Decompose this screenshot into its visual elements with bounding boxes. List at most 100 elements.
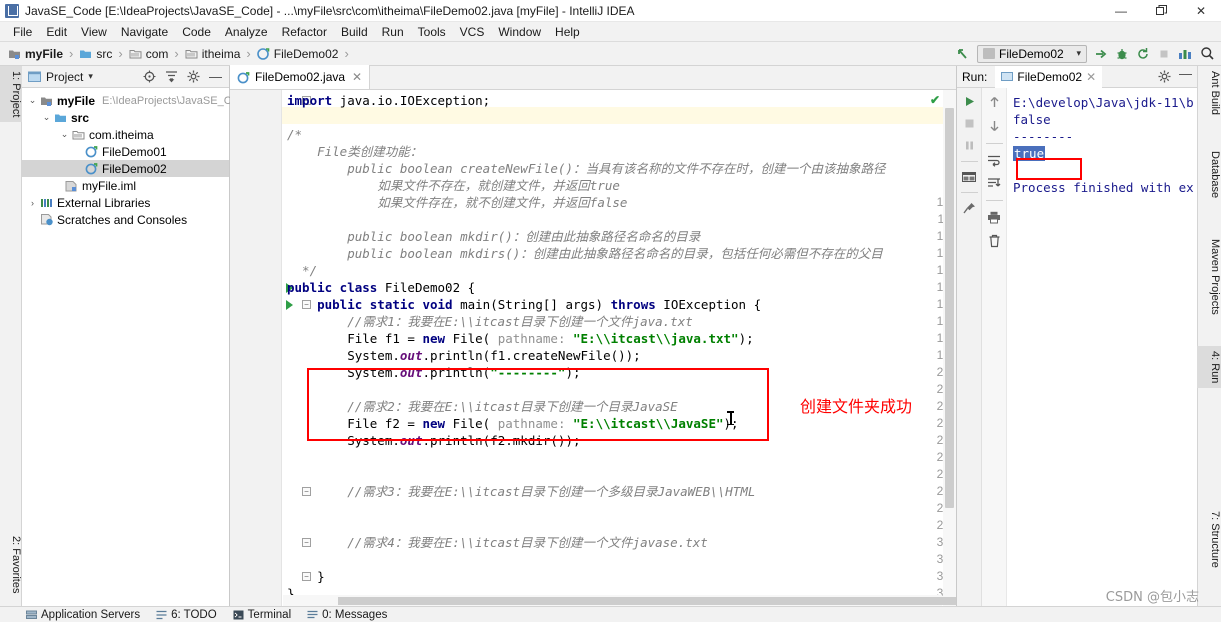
stop-icon[interactable] — [1157, 47, 1171, 61]
tree-item-external-libraries[interactable]: › External Libraries — [22, 194, 229, 211]
scrollbar-thumb[interactable] — [338, 597, 956, 605]
bottom-tab-label: 6: TODO — [171, 608, 217, 621]
console-output[interactable]: E:\develop\Java\jdk-11\b false -------- tru… — [1007, 88, 1197, 606]
tree-item-myfile-iml[interactable]: myFile.iml — [22, 177, 229, 194]
menu-window[interactable]: Window — [491, 23, 548, 41]
expand-arrow-icon[interactable]: ⌄ — [58, 129, 71, 140]
menu-refactor[interactable]: Refactor — [275, 23, 334, 41]
menu-run[interactable]: Run — [375, 23, 411, 41]
inspection-ok-icon[interactable]: ✔ — [930, 93, 940, 107]
pin-icon[interactable] — [962, 202, 976, 215]
tree-item-label: myFile.iml — [82, 178, 136, 193]
run-tab-label: FileDemo02 — [1017, 69, 1083, 84]
arrow-down-icon[interactable] — [988, 119, 1001, 133]
back-arrow-icon[interactable] — [955, 46, 970, 61]
sidebar-tab-project[interactable]: 1: Project — [0, 66, 22, 123]
sidebar-tab-favorites[interactable]: 2: Favorites — [0, 531, 22, 598]
layout-icon[interactable] — [962, 171, 976, 183]
trash-icon[interactable] — [988, 234, 1001, 248]
editor-gutter[interactable] — [230, 90, 282, 606]
gear-icon[interactable] — [1158, 70, 1171, 83]
editor-horizontal-scrollbar[interactable] — [283, 595, 956, 606]
run-panel-body: E:\develop\Java\jdk-11\b false -------- tru… — [957, 88, 1197, 606]
coverage-icon[interactable] — [1178, 47, 1193, 61]
editor-tab-filedemo02[interactable]: FileDemo02.java ✕ — [230, 65, 371, 89]
editor-vertical-scrollbar[interactable] — [943, 90, 956, 606]
breadcrumb-item-filedemo02[interactable]: FileDemo02 — [256, 47, 338, 61]
tree-item-filedemo02[interactable]: FileDemo02 — [22, 160, 229, 177]
collapse-all-icon[interactable] — [165, 70, 178, 83]
menu-edit[interactable]: Edit — [39, 23, 74, 41]
breadcrumb-item-itheima[interactable]: itheima — [185, 46, 241, 61]
breadcrumb-item-myfile[interactable]: myFile — [8, 47, 63, 61]
scrollbar-thumb[interactable] — [945, 108, 954, 508]
bottom-tab-messages[interactable]: 0: Messages — [307, 609, 387, 621]
locate-icon[interactable] — [143, 70, 156, 83]
close-button[interactable]: ✕ — [1181, 0, 1221, 22]
sidebar-tab-ant-build[interactable]: Ant Build — [1197, 66, 1221, 120]
code-token: main(String[] args) — [460, 297, 611, 312]
bottom-tab-application-servers[interactable]: Application Servers — [26, 609, 140, 621]
breadcrumb-label: itheima — [201, 46, 241, 61]
code-line: System.out.println(f2.mkdir()); — [283, 432, 942, 449]
expand-arrow-icon[interactable]: › — [26, 198, 39, 208]
title-bar: JavaSE_Code [E:\IdeaProjects\JavaSE_Code… — [0, 0, 1221, 22]
run-panel-actions: — — [1158, 67, 1197, 83]
hide-panel-icon[interactable]: — — [1179, 67, 1192, 83]
tree-item-label: Scratches and Consoles — [57, 212, 188, 227]
print-icon[interactable] — [987, 211, 1001, 224]
tree-item-src[interactable]: ⌄ src — [22, 109, 229, 126]
sidebar-tab-structure[interactable]: 7: Structure — [1197, 506, 1221, 573]
maximize-button[interactable] — [1141, 0, 1181, 22]
run-configuration-selector[interactable]: FileDemo02 ▾ — [977, 44, 1087, 63]
code-token: File f1 = — [287, 331, 423, 346]
sidebar-tab-run[interactable]: 4: Run — [1197, 346, 1221, 389]
code-content[interactable]: import java.io.IOException; /* File类创建功能：… — [283, 90, 942, 606]
menu-code[interactable]: Code — [175, 23, 218, 41]
close-icon[interactable]: ✕ — [352, 70, 362, 84]
close-icon[interactable]: ✕ — [1086, 70, 1096, 84]
arrow-up-icon[interactable] — [988, 95, 1001, 109]
run-tab-filedemo02[interactable]: FileDemo02 ✕ — [995, 65, 1103, 88]
stop-icon[interactable] — [963, 117, 976, 130]
run-panel-header: Run: FileDemo02 ✕ — — [957, 65, 1197, 88]
bottom-tab-todo[interactable]: 6: TODO — [156, 609, 217, 621]
tree-item-scratches-and-consoles[interactable]: Scratches and Consoles — [22, 211, 229, 228]
debug-icon[interactable] — [1115, 47, 1129, 61]
sidebar-tab-database[interactable]: Database — [1197, 146, 1221, 203]
pause-icon[interactable] — [963, 139, 976, 152]
rerun-icon[interactable] — [1136, 47, 1150, 61]
run-icon[interactable] — [963, 95, 976, 108]
scroll-to-end-icon[interactable] — [987, 177, 1001, 190]
soft-wrap-icon[interactable] — [987, 154, 1001, 167]
sidebar-tab-maven-projects[interactable]: Maven Projects — [1197, 234, 1221, 320]
gear-icon[interactable] — [187, 70, 200, 83]
menu-navigate[interactable]: Navigate — [114, 23, 175, 41]
code-token: public class — [287, 280, 385, 295]
chevron-down-icon: ▾ — [1076, 48, 1081, 58]
hide-panel-icon[interactable]: — — [209, 70, 222, 83]
minimize-button[interactable]: — — [1101, 0, 1141, 22]
menu-vcs[interactable]: VCS — [453, 23, 492, 41]
expand-arrow-icon[interactable]: ⌄ — [26, 95, 39, 106]
menu-analyze[interactable]: Analyze — [218, 23, 275, 41]
bottom-tab-terminal[interactable]: Terminal — [233, 609, 291, 621]
menu-help[interactable]: Help — [548, 23, 587, 41]
tree-item-myfile[interactable]: ⌄ myFile E:\IdeaProjects\JavaSE_C — [22, 92, 232, 109]
menu-tools[interactable]: Tools — [411, 23, 453, 41]
tree-item-filedemo01[interactable]: FileDemo01 — [22, 143, 229, 160]
search-icon[interactable] — [1200, 46, 1215, 61]
breadcrumb-item-src[interactable]: src — [79, 47, 112, 61]
expand-arrow-icon[interactable]: ⌄ — [40, 112, 53, 123]
breadcrumb-separator: › — [344, 46, 349, 61]
chevron-down-icon[interactable]: ▾ — [88, 71, 93, 82]
tree-item-com-itheima[interactable]: ⌄ com.itheima — [22, 126, 229, 143]
editor-body[interactable]: 4567891011121314151617181920212223242526… — [230, 90, 956, 606]
run-icon[interactable] — [1094, 47, 1108, 61]
breadcrumb-item-com[interactable]: com — [129, 47, 168, 61]
menu-file[interactable]: File — [6, 23, 39, 41]
menu-view[interactable]: View — [74, 23, 114, 41]
toolbar-right: FileDemo02 ▾ — [955, 44, 1221, 63]
menu-build[interactable]: Build — [334, 23, 375, 41]
